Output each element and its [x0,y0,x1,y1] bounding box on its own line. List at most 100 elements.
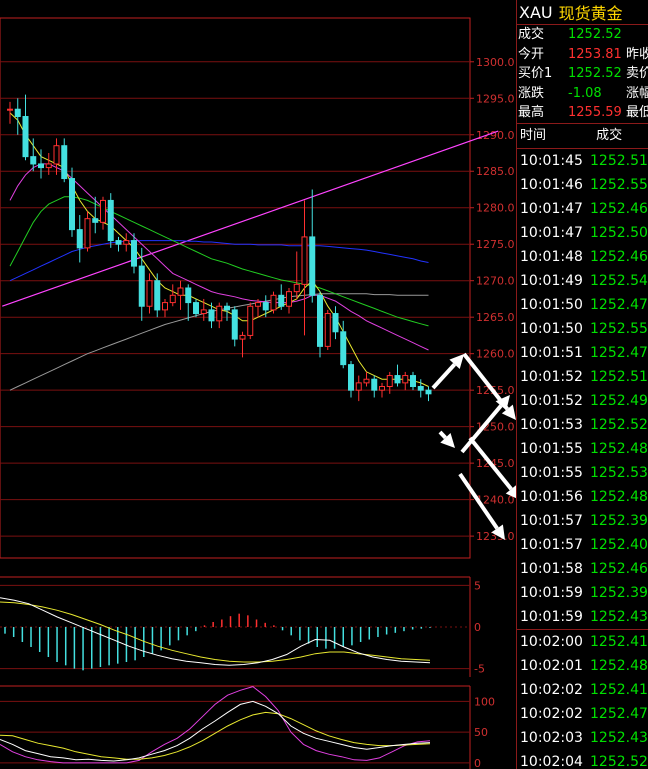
trade-time: 10:01:52 [520,392,583,409]
trade-time: 10:01:59 [520,608,583,625]
trade-time: 10:01:47 [520,200,583,217]
quote-row: 涨跌 -1.08 涨幅 [517,84,648,104]
price-tick-label: 1280.0 [476,202,515,215]
kdj-k-line [0,700,431,762]
quote-tail-label: 昨收 [626,46,648,62]
trade-row[interactable]: 10:02:02 1252.41 [517,678,648,702]
symbol-name: 现货黄金 [558,4,623,23]
trade-price: 1252.46 [590,200,648,217]
trade-row[interactable]: 10:01:57 1252.39 [517,509,648,533]
trade-time: 10:02:02 [520,681,583,698]
trade-time: 10:01:52 [520,368,583,385]
quote-tail-label: 最低 [626,105,648,120]
trade-time: 10:01:50 [520,296,583,313]
macd-tick-label: -5 [474,663,485,676]
price-tick-label: 1285.0 [476,165,515,178]
candle-up [247,305,254,336]
candle-down [14,108,21,118]
trade-price: 1252.53 [590,464,648,481]
trade-time: 10:01:57 [520,512,583,529]
candle-down [69,178,75,231]
candle-down [76,229,83,249]
quote-value: 1252.52 [568,66,622,81]
quote-value: 1252.52 [568,27,622,42]
trendline [2,130,499,307]
trade-time: 10:01:57 [520,536,583,553]
trade-row[interactable]: 10:01:59 1252.39 [517,581,648,605]
candle-down [115,240,122,245]
trade-row[interactable]: 10:01:50 1252.55 [517,317,648,341]
trade-time: 10:01:51 [520,344,583,361]
trade-row[interactable]: 10:01:55 1252.53 [517,461,648,485]
quote-label: 最高 [518,105,545,120]
candle-down [262,302,269,311]
candle-down [92,218,99,223]
trade-row[interactable]: 10:01:56 1252.48 [517,485,648,509]
trades-header: 时间 成交 [517,122,648,149]
candle-up [255,302,261,307]
trade-price: 1252.39 [590,512,648,529]
trade-price: 1252.55 [590,176,648,193]
trade-list[interactable]: 10:01:45 1252.51 10:01:46 1252.55 10:01:47 12… [517,149,648,769]
trade-row[interactable]: 10:01:55 1252.48 [517,437,648,461]
trade-row[interactable]: 10:01:57 1252.40 [517,533,648,557]
chart-canvas[interactable]: 1300.0 1295.0 1290.0 1285.0 1280.0 1275.0 1270… [0,0,516,769]
candle-down [224,305,230,311]
candle-up [53,145,60,165]
candle-up [7,108,13,111]
trade-time: 10:01:58 [520,560,583,577]
trade-row[interactable]: 10:01:52 1252.51 [517,365,648,389]
trade-price: 1252.51 [590,152,648,169]
candle-down [138,265,145,307]
candle-up [379,386,385,391]
quote-row: 今开 1253.81昨收 [517,45,648,65]
candle-down [410,375,416,388]
trade-row[interactable]: 10:01:45 1252.51 [517,149,648,173]
trade-row[interactable]: 10:01:47 1252.50 [517,221,648,245]
trade-row[interactable]: 10:02:02 1252.47 [517,702,648,726]
quote-label: 涨跌 [518,85,545,101]
trade-row[interactable]: 10:01:46 1252.55 [517,173,648,197]
candle-down [371,378,378,391]
trade-row[interactable]: 10:02:04 1252.52 [517,750,648,769]
quote-row: 成交 1252.52 [517,25,648,45]
trade-price: 1252.47 [590,344,648,361]
trade-row[interactable]: 10:02:00 1252.41 [517,628,648,654]
price-tick-label: 1275.0 [476,238,515,251]
trade-price: 1252.46 [590,560,648,577]
price-tick-label: 1295.0 [476,92,515,105]
trade-time: 10:01:48 [520,248,583,265]
arrow-shaft [438,430,447,440]
quote-rows: 成交1252.52今开1253.81昨收买价11252.52卖价涨跌-1.08涨… [517,25,648,123]
trade-row[interactable]: 10:02:03 1252.43 [517,726,648,750]
trade-time: 10:01:50 [520,320,583,337]
trade-price: 1252.52 [590,753,648,769]
trade-row[interactable]: 10:01:53 1252.52 [517,413,648,437]
candle-up [355,382,362,391]
candle-down [38,163,44,169]
trade-time: 10:01:49 [520,272,583,289]
trade-row[interactable]: 10:01:47 1252.46 [517,197,648,221]
trade-row[interactable]: 10:02:01 1252.48 [517,654,648,678]
trade-time: 10:01:59 [520,584,583,601]
trade-row[interactable]: 10:01:50 1252.47 [517,293,648,317]
trades-header-time: 时间 [520,127,547,143]
candle-up [402,375,409,384]
trade-row[interactable]: 10:01:48 1252.46 [517,245,648,269]
quote-label: 成交 [518,27,545,42]
quote-value: 1255.59 [568,105,622,120]
trade-row[interactable]: 10:01:59 1252.43 [517,605,648,629]
candle-down [278,294,285,307]
trade-row[interactable]: 10:01:52 1252.49 [517,389,648,413]
candle-up [239,334,246,340]
candle-down [30,156,37,165]
price-tick-label: 1260.0 [476,348,515,361]
trade-price: 1252.43 [590,729,648,746]
trade-row[interactable]: 10:01:51 1252.47 [517,341,648,365]
trade-row[interactable]: 10:01:58 1252.46 [517,557,648,581]
trade-row[interactable]: 10:01:49 1252.54 [517,269,648,293]
chart-area[interactable]: 1300.0 1295.0 1290.0 1285.0 1280.0 1275.0 1270… [0,0,516,769]
candle-up [293,283,300,293]
candle-up [123,240,130,245]
quote-panel: XAU 现货黄金 成交 1252.52 今开 1253.81昨收买价1 1252.52 卖… [516,0,648,769]
